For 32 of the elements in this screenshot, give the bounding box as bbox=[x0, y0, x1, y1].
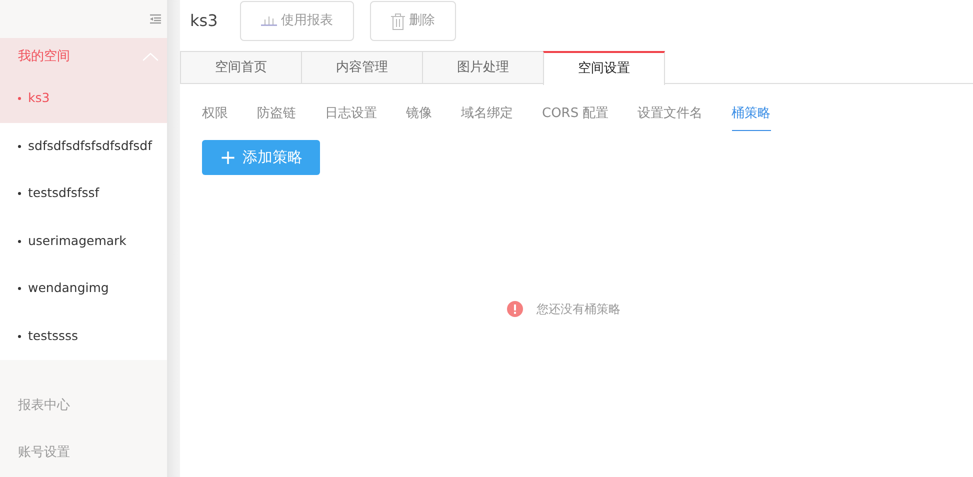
sidebar-item[interactable]: testssss bbox=[0, 312, 167, 360]
subtab[interactable]: 权限 bbox=[202, 102, 228, 130]
sidebar-item[interactable]: wendangimg bbox=[0, 265, 167, 313]
sidebar-link[interactable]: 报表中心 bbox=[0, 381, 167, 430]
bar-chart-icon bbox=[260, 16, 277, 26]
trash-icon bbox=[390, 12, 405, 30]
tab[interactable]: 图片处理 bbox=[422, 51, 544, 83]
subtab[interactable]: 桶策略 bbox=[732, 102, 771, 130]
subtab[interactable]: 域名绑定 bbox=[461, 102, 513, 130]
warning-icon bbox=[506, 300, 522, 316]
sidebar-item[interactable]: sdfsdfsdfsfsdfsdfsdf bbox=[0, 122, 167, 170]
empty-message: 您还没有桶策略 bbox=[536, 300, 620, 318]
tab[interactable]: 空间设置 bbox=[543, 51, 665, 85]
subtab[interactable]: 日志设置 bbox=[325, 102, 377, 130]
group-label: 我的空间 bbox=[18, 48, 70, 66]
subtab[interactable]: 防盗链 bbox=[257, 102, 296, 130]
chevron-icon bbox=[143, 52, 158, 61]
subtab[interactable]: 镜像 bbox=[406, 102, 432, 130]
menu-icon[interactable] bbox=[150, 14, 161, 24]
add-policy-button[interactable]: + 添加策略 bbox=[202, 140, 320, 174]
group-header[interactable]: 我的空间 bbox=[0, 38, 167, 76]
page-title: ks3 bbox=[190, 10, 218, 32]
sidebar-item[interactable]: userimagemark bbox=[0, 218, 167, 266]
tab[interactable]: 内容管理 bbox=[301, 51, 423, 83]
subtab[interactable]: CORS 配置 bbox=[542, 102, 609, 130]
sidebar-link[interactable]: 账号设置 bbox=[0, 429, 167, 477]
sidebar-item[interactable]: ks3 bbox=[0, 75, 167, 123]
sidebar-item[interactable]: testsdfsfssf bbox=[0, 170, 167, 218]
subtab[interactable]: 设置文件名 bbox=[638, 102, 703, 130]
report-button[interactable]: 使用报表 bbox=[240, 1, 354, 41]
tab[interactable]: 空间首页 bbox=[180, 51, 302, 83]
delete-button[interactable]: 删除 bbox=[370, 1, 456, 41]
